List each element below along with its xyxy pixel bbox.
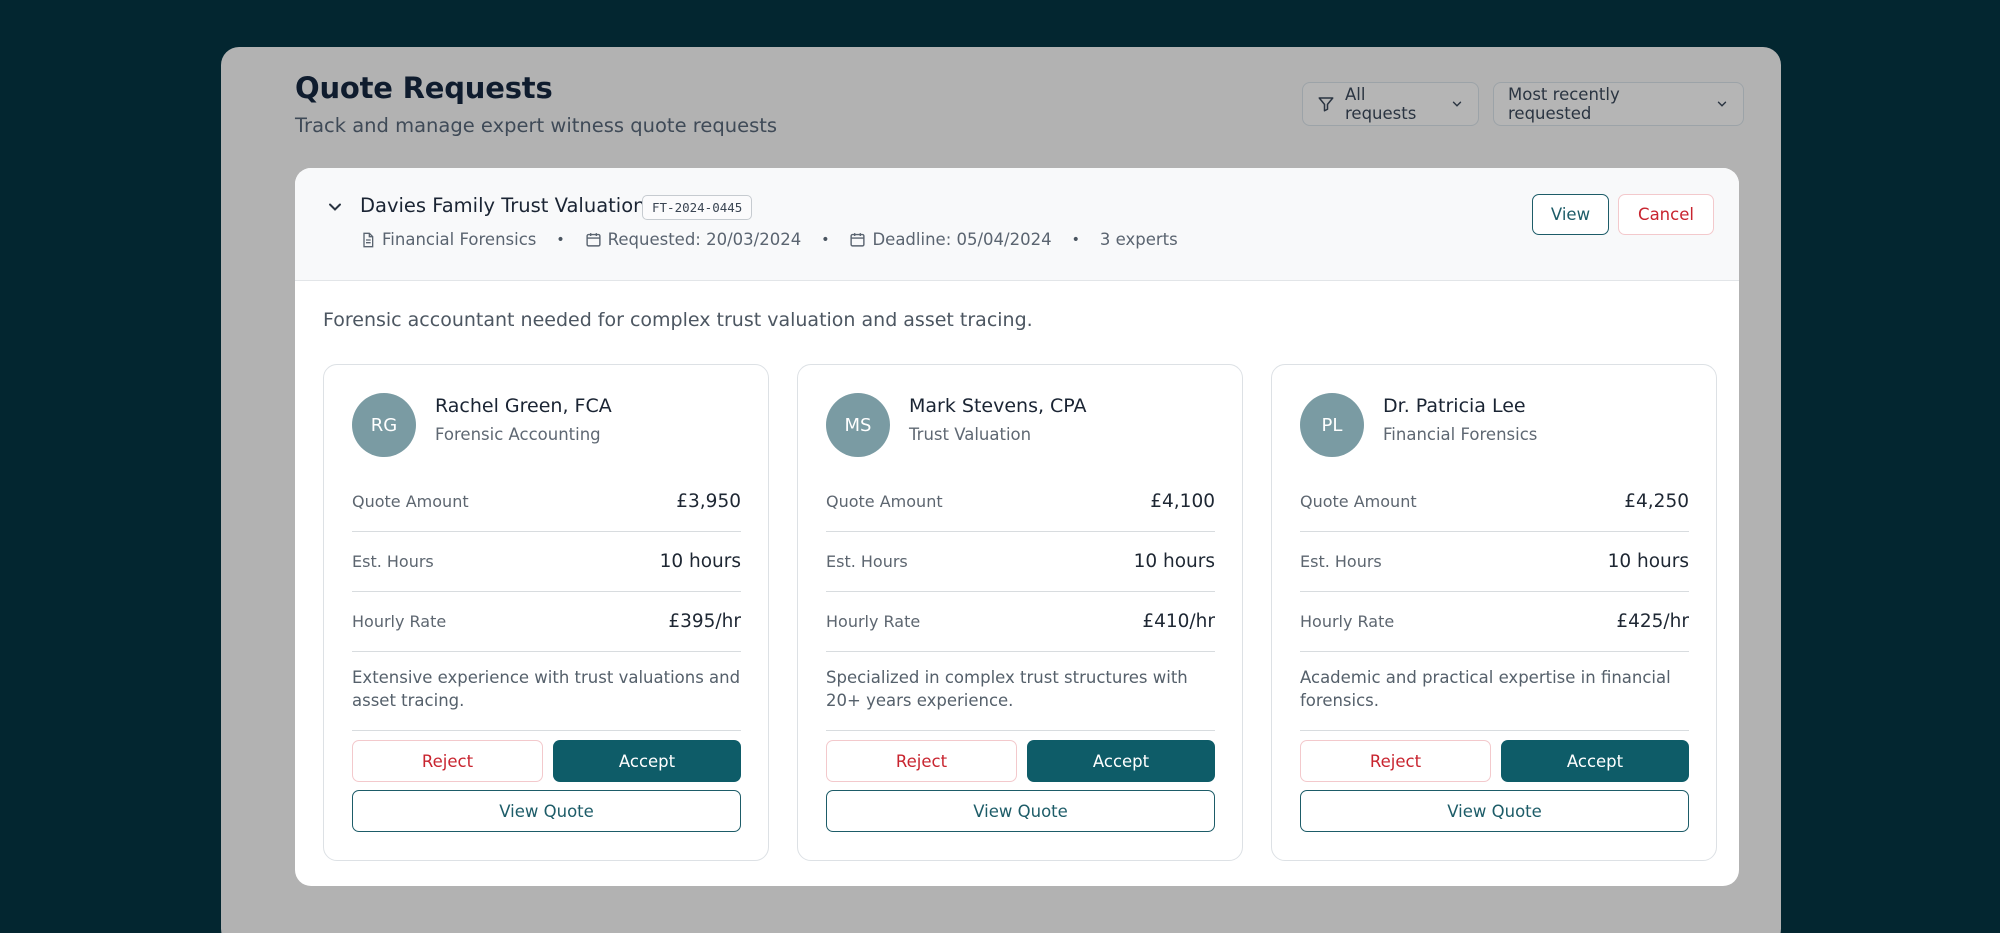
hourly-rate-label: Hourly Rate xyxy=(352,612,447,631)
experts-count: 3 experts xyxy=(1099,230,1178,249)
chevron-down-icon xyxy=(1452,101,1462,107)
document-icon xyxy=(363,232,374,247)
hourly-rate-value: £425/hr xyxy=(1616,611,1689,632)
request-title: Davies Family Trust Valuation xyxy=(360,194,646,217)
quote-amount-label: Quote Amount xyxy=(352,492,469,511)
sort-label: Most recently requested xyxy=(1508,85,1620,123)
quote-amount-value: £3,950 xyxy=(676,491,741,512)
reject-button[interactable]: Reject xyxy=(826,740,1017,782)
expert-note: Academic and practical expertise in fina… xyxy=(1300,652,1689,731)
request-header: Davies Family Trust Valuation FT-2024-04… xyxy=(295,168,1739,281)
quote-amount-label: Quote Amount xyxy=(826,492,943,511)
hourly-rate-row: Hourly Rate £410/hr xyxy=(826,592,1215,652)
calendar-icon xyxy=(850,233,866,247)
separator-dot: • xyxy=(1071,231,1080,248)
accept-button[interactable]: Accept xyxy=(1027,740,1215,782)
page-title: Quote Requests xyxy=(295,71,553,105)
requested-date: Requested: 20/03/2024 xyxy=(607,230,802,249)
request-meta: Financial Forensics • Requested: 20/03/2… xyxy=(360,230,1178,249)
hourly-rate-label: Hourly Rate xyxy=(826,612,921,631)
request-description: Forensic accountant needed for complex t… xyxy=(323,309,1033,331)
expert-name: Mark Stevens, CPA xyxy=(909,395,1087,417)
chevron-down-icon xyxy=(1717,101,1727,107)
view-quote-button[interactable]: View Quote xyxy=(1300,790,1689,832)
avatar: RG xyxy=(352,393,416,457)
expert-note: Extensive experience with trust valuatio… xyxy=(352,652,741,731)
filter-label: All requests xyxy=(1345,85,1417,123)
reject-button[interactable]: Reject xyxy=(352,740,543,782)
expert-specialty: Trust Valuation xyxy=(909,425,1032,444)
reject-button[interactable]: Reject xyxy=(1300,740,1491,782)
separator-dot: • xyxy=(821,231,830,248)
expert-name: Rachel Green, FCA xyxy=(435,395,612,417)
expert-quote-card: MS Mark Stevens, CPA Trust Valuation Quo… xyxy=(797,364,1243,861)
quote-amount-label: Quote Amount xyxy=(1300,492,1417,511)
view-quote-button[interactable]: View Quote xyxy=(826,790,1215,832)
hourly-rate-value: £410/hr xyxy=(1142,611,1215,632)
deadline-date: Deadline: 05/04/2024 xyxy=(872,230,1052,249)
quote-amount-row: Quote Amount £4,100 xyxy=(826,472,1215,532)
est-hours-label: Est. Hours xyxy=(1300,552,1382,571)
expert-specialty: Financial Forensics xyxy=(1383,425,1538,444)
meta-requested: Requested: 20/03/2024 xyxy=(585,230,802,249)
quote-request-card: Davies Family Trust Valuation FT-2024-04… xyxy=(295,168,1739,886)
avatar: MS xyxy=(826,393,890,457)
expert-note: Specialized in complex trust structures … xyxy=(826,652,1215,731)
quote-amount-value: £4,100 xyxy=(1150,491,1215,512)
collapse-chevron-icon[interactable] xyxy=(325,197,345,217)
calendar-icon xyxy=(586,233,601,247)
view-quote-button[interactable]: View Quote xyxy=(352,790,741,832)
est-hours-row: Est. Hours 10 hours xyxy=(1300,532,1689,592)
meta-deadline: Deadline: 05/04/2024 xyxy=(849,230,1052,249)
est-hours-value: 10 hours xyxy=(1607,551,1689,572)
separator-dot: • xyxy=(556,231,565,248)
filter-dropdown[interactable]: All requests xyxy=(1302,82,1479,126)
avatar: PL xyxy=(1300,393,1364,457)
modal-backdrop-panel: Quote Requests Track and manage expert w… xyxy=(221,47,1781,933)
expert-specialty: Forensic Accounting xyxy=(435,425,601,444)
accept-button[interactable]: Accept xyxy=(553,740,741,782)
quote-amount-value: £4,250 xyxy=(1624,491,1689,512)
sort-dropdown[interactable]: Most recently requested xyxy=(1493,82,1744,126)
cancel-request-button[interactable]: Cancel xyxy=(1618,194,1714,235)
est-hours-label: Est. Hours xyxy=(352,552,434,571)
category-text: Financial Forensics xyxy=(382,230,537,249)
expert-quote-card: RG Rachel Green, FCA Forensic Accounting… xyxy=(323,364,769,861)
page-subtitle: Track and manage expert witness quote re… xyxy=(295,114,778,137)
hourly-rate-value: £395/hr xyxy=(668,611,741,632)
est-hours-value: 10 hours xyxy=(1133,551,1215,572)
meta-category: Financial Forensics xyxy=(360,230,536,249)
view-request-button[interactable]: View xyxy=(1532,194,1609,235)
hourly-rate-label: Hourly Rate xyxy=(1300,612,1395,631)
quote-amount-row: Quote Amount £4,250 xyxy=(1300,472,1689,532)
expert-name: Dr. Patricia Lee xyxy=(1383,395,1526,417)
est-hours-row: Est. Hours 10 hours xyxy=(826,532,1215,592)
est-hours-label: Est. Hours xyxy=(826,552,908,571)
est-hours-row: Est. Hours 10 hours xyxy=(352,532,741,592)
expert-quotes-list: RG Rachel Green, FCA Forensic Accounting… xyxy=(323,364,1717,861)
hourly-rate-row: Hourly Rate £395/hr xyxy=(352,592,741,652)
expert-quote-card: PL Dr. Patricia Lee Financial Forensics … xyxy=(1271,364,1717,861)
accept-button[interactable]: Accept xyxy=(1501,740,1689,782)
filter-icon xyxy=(1318,97,1334,112)
quote-amount-row: Quote Amount £3,950 xyxy=(352,472,741,532)
est-hours-value: 10 hours xyxy=(659,551,741,572)
hourly-rate-row: Hourly Rate £425/hr xyxy=(1300,592,1689,652)
request-id-badge: FT-2024-0445 xyxy=(642,195,753,220)
